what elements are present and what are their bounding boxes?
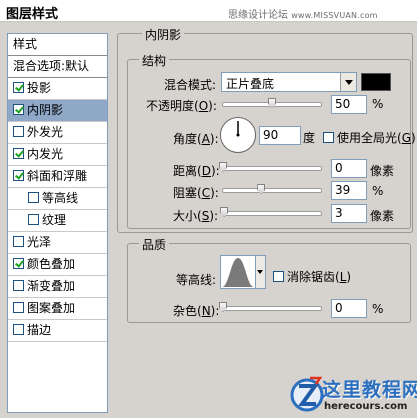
noise-unit: %: [372, 302, 384, 316]
blend-mode-value: 正片叠底: [226, 77, 275, 91]
choke-slider-thumb[interactable]: [257, 184, 266, 194]
style-item-label: 外发光: [27, 125, 64, 139]
style-item-checkbox[interactable]: [13, 148, 24, 159]
style-item[interactable]: 渐变叠加: [8, 276, 107, 298]
quality-group: 品质: [127, 236, 411, 323]
contour-label: 等高线:: [176, 273, 217, 287]
style-item-label: 投影: [27, 81, 52, 95]
angle-label: 角度(A):: [173, 132, 219, 146]
size-unit: 像素: [370, 209, 395, 223]
opacity-slider[interactable]: [222, 98, 322, 108]
global-light-checkbox[interactable]: [323, 132, 334, 143]
dialog-title: 图层样式: [6, 7, 59, 22]
style-item[interactable]: 纹理: [8, 210, 107, 232]
logo-name: 这里教程网: [322, 379, 417, 401]
global-light-label: 使用全局光(G): [337, 131, 416, 145]
style-item-checkbox[interactable]: [13, 302, 24, 313]
style-item-checkbox[interactable]: [13, 236, 24, 247]
opacity-unit: %: [372, 97, 384, 111]
style-item-label: 内发光: [27, 147, 64, 161]
opacity-input[interactable]: 50: [331, 95, 367, 114]
style-item[interactable]: 光泽: [8, 232, 107, 254]
site-logo: 这里教程网 herecours.com: [290, 373, 417, 418]
logo-url: herecours.com: [324, 401, 408, 412]
style-item-label: 等高线: [42, 191, 79, 205]
noise-input[interactable]: 0: [331, 299, 367, 318]
style-item[interactable]: 外发光: [8, 122, 107, 144]
blend-color-swatch[interactable]: [361, 73, 391, 91]
distance-unit: 像素: [370, 164, 395, 178]
style-item-label: 描边: [27, 323, 52, 337]
style-item[interactable]: 内发光: [8, 144, 107, 166]
anti-alias-label: 消除锯齿(L): [287, 270, 352, 284]
style-item[interactable]: 内阴影: [8, 100, 107, 122]
style-item-label: 颜色叠加: [27, 257, 76, 271]
global-light-checkbox-wrap[interactable]: 使用全局光(G): [323, 129, 416, 146]
opacity-slider-thumb[interactable]: [268, 98, 276, 108]
blend-options-item[interactable]: 混合选项:默认: [8, 56, 107, 78]
distance-slider[interactable]: [219, 162, 322, 172]
style-item[interactable]: 等高线: [8, 188, 107, 210]
style-list: 样式 混合选项:默认 投影内阴影外发光内发光斜面和浮雕等高线纹理光泽颜色叠加渐变…: [7, 33, 108, 413]
size-slider[interactable]: [220, 207, 322, 217]
style-item-label: 图案叠加: [27, 301, 76, 315]
distance-input[interactable]: 0: [331, 159, 367, 178]
watermark-url: www.MISSVUAN.com: [291, 11, 378, 20]
blend-mode-select[interactable]: 正片叠底: [221, 72, 357, 92]
style-item-checkbox[interactable]: [13, 82, 24, 93]
noise-slider[interactable]: [219, 302, 322, 312]
style-item-checkbox[interactable]: [28, 192, 39, 203]
style-item[interactable]: 描边: [8, 320, 107, 342]
structure-title: 结构: [139, 52, 170, 69]
watermark: 思缘设计论坛 www.MISSVUAN.com: [228, 6, 378, 21]
contour-curve-icon: [222, 258, 254, 287]
style-item[interactable]: 斜面和浮雕: [8, 166, 107, 188]
style-item-label: 纹理: [42, 213, 67, 227]
style-item[interactable]: 图案叠加: [8, 298, 107, 320]
style-list-header[interactable]: 样式: [8, 34, 107, 56]
style-item-checkbox[interactable]: [13, 258, 24, 269]
watermark-text: 思缘设计论坛: [228, 10, 288, 21]
anti-alias-checkbox-wrap[interactable]: 消除锯齿(L): [273, 268, 351, 285]
angle-dial-needle: [236, 121, 240, 137]
inner-shadow-title: 内阴影: [142, 26, 185, 43]
angle-unit: 度: [303, 131, 316, 145]
style-item-label: 斜面和浮雕: [27, 169, 88, 183]
distance-label: 距离(D):: [173, 164, 220, 178]
angle-dial[interactable]: [220, 117, 256, 153]
style-item-checkbox[interactable]: [13, 170, 24, 181]
style-item-label: 光泽: [27, 235, 52, 249]
contour-dropdown-button[interactable]: [256, 255, 266, 289]
style-item-checkbox[interactable]: [13, 324, 24, 335]
size-input[interactable]: 3: [331, 204, 367, 223]
style-item-label: 内阴影: [27, 103, 64, 117]
anti-alias-checkbox[interactable]: [273, 271, 284, 282]
blend-mode-label: 混合模式:: [164, 78, 217, 92]
chevron-down-icon[interactable]: [340, 73, 356, 91]
size-label: 大小(S):: [173, 209, 219, 223]
style-item-checkbox[interactable]: [13, 280, 24, 291]
quality-title: 品质: [139, 236, 170, 253]
style-item-checkbox[interactable]: [13, 126, 24, 137]
style-item[interactable]: 颜色叠加: [8, 254, 107, 276]
opacity-label: 不透明度(O):: [146, 99, 217, 113]
title-bar: 图层样式 思缘设计论坛 www.MISSVUAN.com: [0, 0, 417, 22]
choke-input[interactable]: 39: [331, 181, 367, 200]
style-items: 投影内阴影外发光内发光斜面和浮雕等高线纹理光泽颜色叠加渐变叠加图案叠加描边: [8, 78, 107, 342]
angle-input[interactable]: 90: [259, 126, 301, 145]
logo-mark-icon: [290, 376, 324, 412]
choke-unit: %: [372, 184, 384, 198]
choke-slider[interactable]: [222, 184, 322, 194]
contour-preview[interactable]: [220, 255, 256, 289]
style-item-label: 渐变叠加: [27, 279, 76, 293]
choke-label: 阻塞(C):: [173, 186, 219, 200]
style-item-checkbox[interactable]: [13, 104, 24, 115]
style-item-checkbox[interactable]: [28, 214, 39, 225]
noise-label: 杂色(N):: [173, 304, 220, 318]
style-item[interactable]: 投影: [8, 78, 107, 100]
